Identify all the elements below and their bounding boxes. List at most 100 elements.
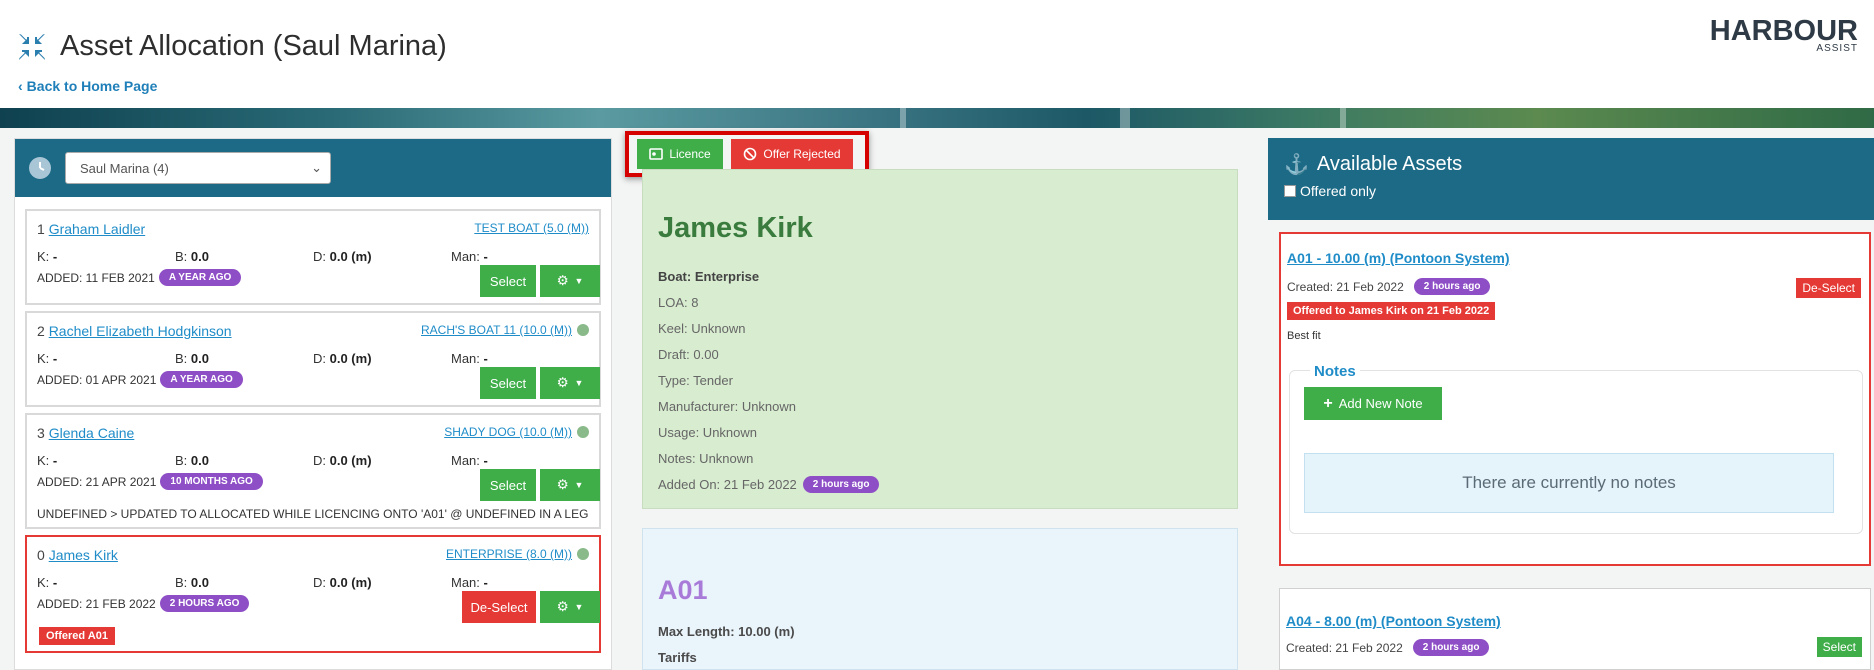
customer-name-link[interactable]: James Kirk (49, 547, 118, 563)
deselect-button[interactable]: De-Select (462, 591, 536, 623)
title-row: Asset Allocation (Saul Marina) (16, 30, 447, 63)
asset-created: Created: 21 Feb 2022 2 hours ago (1286, 639, 1490, 656)
boat-usage: Usage: Unknown (658, 424, 757, 440)
harbour-assist-logo: HARBOUR ASSIST (1709, 15, 1858, 54)
back-link-label: Back to Home Page (26, 78, 158, 94)
age-badge: 2 hours ago (1412, 639, 1490, 656)
customer-name-link[interactable]: Graham Laidler (49, 221, 146, 237)
gear-icon: ⚙ (556, 273, 569, 288)
clock-icon (577, 426, 589, 438)
asset-card-selected: A01 - 10.00 (m) (Pontoon System) Created… (1279, 232, 1871, 566)
waitlist-card: 1 Graham Laidler TEST BOAT (5.0 (M)) K: … (25, 209, 601, 305)
chevron-left-icon: ‹ (18, 78, 23, 94)
select-button[interactable]: Select (1816, 637, 1862, 657)
available-assets-title: Available Assets (1316, 153, 1463, 175)
caret-down-icon: ▼ (574, 602, 584, 612)
notes-heading: Notes (1310, 363, 1360, 380)
available-assets-header: ⚓ Available Assets Offered only (1268, 138, 1874, 220)
age-badge: A YEAR AGO (160, 371, 243, 388)
options-dropdown-button[interactable]: ⚙ ▼ (540, 591, 600, 623)
gear-icon: ⚙ (556, 375, 569, 390)
clock-icon (577, 548, 589, 560)
queue-position: 2 (37, 323, 45, 339)
clock-icon (577, 324, 589, 336)
waitlist-card-selected: 0 James Kirk ENTERPRISE (8.0 (M)) K: - B… (25, 535, 601, 653)
boat-manufacturer: Manufacturer: Unknown (658, 398, 797, 414)
asset-title-link[interactable]: A01 - 10.00 (m) (Pontoon System) (1287, 250, 1510, 266)
page-title: Asset Allocation (Saul Marina) (60, 30, 447, 62)
select-button[interactable]: Select (480, 367, 536, 399)
added-date: ADDED: 21 FEB 2022 2 HOURS AGO (37, 595, 250, 612)
asset-title-link[interactable]: A04 - 8.00 (m) (Pontoon System) (1286, 613, 1501, 629)
licence-icon (649, 148, 664, 160)
waitlist-card: 2 Rachel Elizabeth Hodgkinson RACH'S BOA… (25, 311, 601, 407)
asset-card: A04 - 8.00 (m) (Pontoon System) Created:… (1279, 588, 1871, 670)
select-button[interactable]: Select (480, 265, 536, 297)
added-on: Added On: 21 Feb 2022 2 hours ago (658, 471, 1237, 497)
back-to-home-link[interactable]: ‹ Back to Home Page (18, 78, 157, 94)
clock-icon (29, 157, 51, 179)
gear-icon: ⚙ (556, 477, 569, 492)
notes-section: Notes + Add New Note There are currently… (1289, 363, 1863, 534)
plus-icon: + (1323, 394, 1333, 412)
customer-name-link[interactable]: Rachel Elizabeth Hodgkinson (49, 323, 232, 339)
boat-keel: Keel: Unknown (658, 320, 746, 336)
boat-link[interactable]: RACH'S BOAT 11 (10.0 (M)) (421, 323, 589, 337)
queue-position: 1 (37, 221, 45, 237)
best-fit-label: Best fit (1287, 330, 1321, 342)
ban-icon (744, 147, 757, 161)
asset-tariffs-heading: Tariffs (658, 650, 697, 665)
added-date: ADDED: 01 APR 2021 A YEAR AGO (37, 371, 243, 388)
options-dropdown-button[interactable]: ⚙ ▼ (540, 469, 600, 501)
asset-details-panel: A01 Max Length: 10.00 (m) Tariffs (642, 528, 1238, 670)
available-assets-panel: ⚓ Available Assets Offered only A01 - 10… (1268, 138, 1874, 670)
options-dropdown-button[interactable]: ⚙ ▼ (540, 265, 600, 297)
age-badge: 10 MONTHS AGO (160, 473, 263, 490)
boat-name: Boat: Enterprise (658, 268, 760, 284)
asset-max-length: Max Length: 10.00 (m) (658, 624, 795, 639)
age-badge: A YEAR AGO (158, 269, 242, 286)
caret-down-icon: ▼ (574, 276, 584, 286)
asset-name: A01 (658, 575, 708, 605)
waitlist-panel: Saul Marina (4) ⌄ 1 Graham Laidler TEST … (14, 138, 612, 670)
licence-button[interactable]: Licence (637, 139, 723, 169)
offer-status-badge: Offered to James Kirk on 21 Feb 2022 (1287, 302, 1496, 320)
asset-created: Created: 21 Feb 2022 2 hours ago (1287, 278, 1491, 295)
age-badge: 2 hours ago (802, 475, 880, 493)
chevron-down-icon: ⌄ (311, 160, 322, 175)
added-date: ADDED: 11 FEB 2021 A YEAR AGO (37, 269, 242, 286)
checkbox[interactable] (1284, 185, 1296, 197)
waitlist-header: Saul Marina (4) ⌄ (15, 139, 611, 197)
header: Asset Allocation (Saul Marina) ‹ Back to… (0, 0, 1874, 108)
added-date: ADDED: 21 APR 2021 10 MONTHS AGO (37, 473, 263, 490)
caret-down-icon: ▼ (574, 480, 584, 490)
caret-down-icon: ▼ (574, 378, 584, 388)
options-dropdown-button[interactable]: ⚙ ▼ (540, 367, 600, 399)
offered-only-checkbox[interactable]: Offered only (1284, 183, 1874, 199)
gear-icon: ⚙ (556, 599, 569, 614)
compress-arrows-icon (19, 33, 45, 60)
offered-badge: Offered A01 (39, 627, 115, 645)
boat-link[interactable]: SHADY DOG (10.0 (M)) (444, 425, 589, 439)
boat-loa: LOA: 8 (658, 294, 699, 310)
waitlist-card: 3 Glenda Caine SHADY DOG (10.0 (M)) K: -… (25, 413, 601, 529)
add-new-note-button[interactable]: + Add New Note (1304, 387, 1442, 420)
boat-type: Type: Tender (658, 372, 733, 388)
select-button[interactable]: Select (480, 469, 536, 501)
empty-notes-message: There are currently no notes (1304, 453, 1834, 513)
age-badge: 2 hours ago (1413, 278, 1491, 295)
queue-position: 0 (37, 547, 45, 563)
customer-name-link[interactable]: Glenda Caine (49, 425, 135, 441)
marina-select[interactable]: Saul Marina (4) ⌄ (65, 152, 331, 184)
boat-link[interactable]: ENTERPRISE (8.0 (M)) (446, 547, 589, 561)
queue-position: 3 (37, 425, 45, 441)
boat-link[interactable]: TEST BOAT (5.0 (M)) (474, 221, 589, 235)
boater-details-panel: James Kirk Boat: Enterprise LOA: 8 Keel:… (642, 169, 1238, 509)
boat-draft: Draft: 0.00 (658, 346, 719, 362)
deselect-button[interactable]: De-Select (1796, 278, 1861, 298)
age-badge: 2 HOURS AGO (159, 595, 250, 612)
offer-rejected-button[interactable]: Offer Rejected (731, 139, 853, 169)
anchor-icon: ⚓ (1284, 154, 1309, 176)
history-note: UNDEFINED > UPDATED TO ALLOCATED WHILE L… (37, 507, 589, 521)
boat-notes: Notes: Unknown (658, 450, 754, 466)
